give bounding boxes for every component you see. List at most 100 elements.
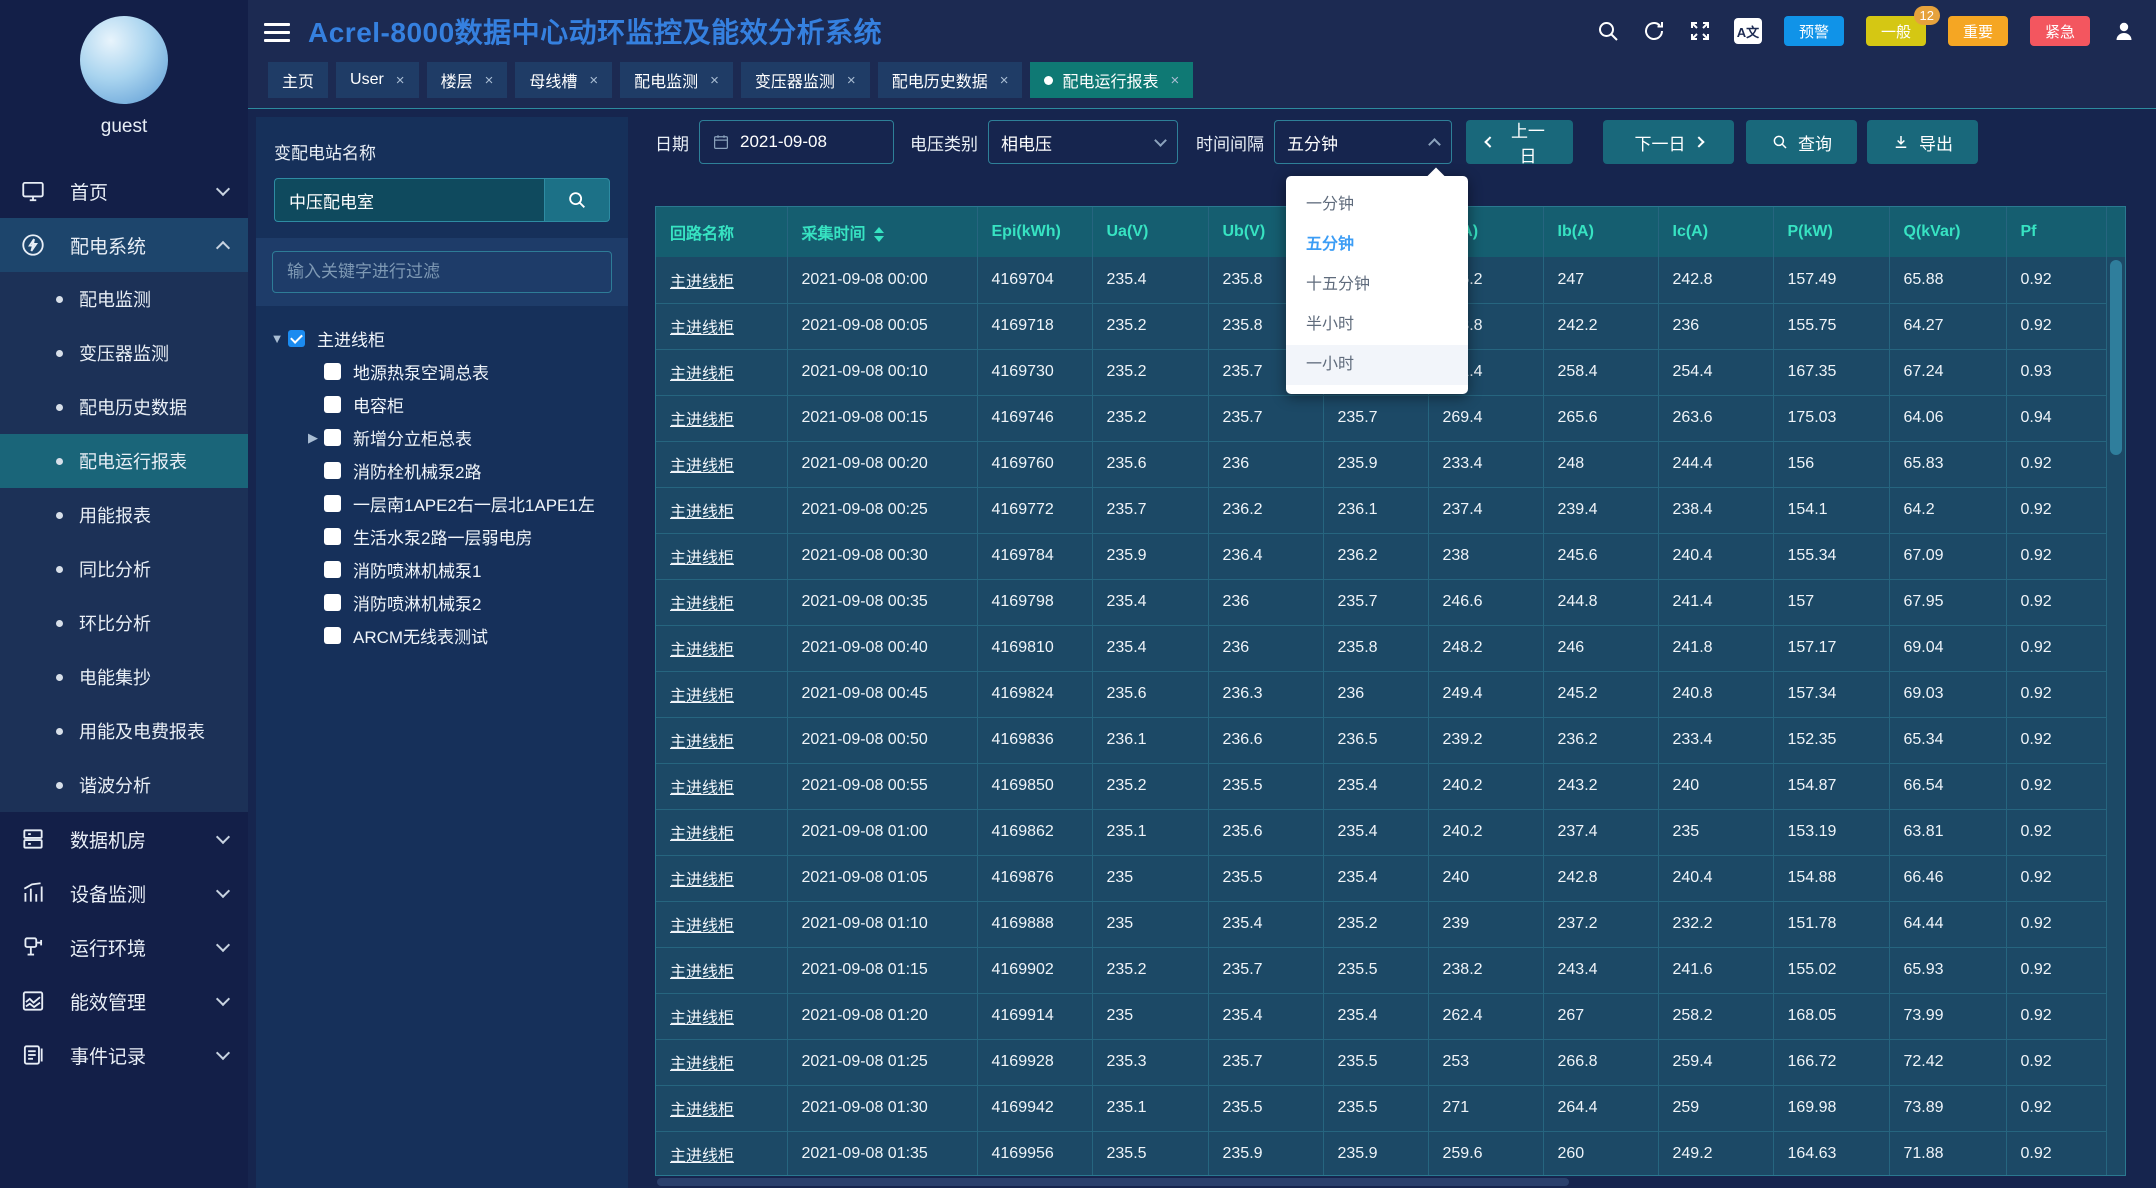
table-row[interactable]: 主进线柜 2021-09-08 01:30 4169942 235.1 235.… (656, 1085, 2107, 1131)
horizontal-scrollbar[interactable] (655, 1176, 2126, 1188)
tree-node-root[interactable]: ▼ 主进线柜 (266, 322, 618, 355)
tree-filter-input[interactable] (272, 251, 612, 293)
submenu-item[interactable]: 同比分析 (0, 542, 248, 596)
tab[interactable]: 配电运行报表 × (1030, 62, 1193, 98)
tree-node[interactable]: 一层南1APE2右一层北1APE1左 (266, 487, 618, 520)
close-icon[interactable]: × (485, 72, 494, 89)
tree-node[interactable]: 消防喷淋机械泵2 (266, 586, 618, 619)
prev-day-button[interactable]: 上一日 (1466, 120, 1573, 164)
table-row[interactable]: 主进线柜 2021-09-08 01:20 4169914 235 235.4 … (656, 993, 2107, 1039)
table-row[interactable]: 主进线柜 2021-09-08 01:15 4169902 235.2 235.… (656, 947, 2107, 993)
refresh-icon[interactable] (1642, 19, 1666, 43)
circuit-link[interactable]: 主进线柜 (670, 1056, 734, 1073)
circuit-link[interactable]: 主进线柜 (670, 1010, 734, 1027)
dropdown-option[interactable]: 一小时 (1286, 345, 1468, 385)
tab[interactable]: User × (336, 62, 419, 98)
sidebar-item-environment[interactable]: 运行环境 (0, 920, 248, 974)
tree-node[interactable]: 消防栓机械泵2路 (266, 454, 618, 487)
station-search-input[interactable] (274, 178, 544, 222)
column-header[interactable]: Pf (2006, 207, 2107, 257)
vertical-scrollbar[interactable] (2106, 257, 2125, 1175)
sort-icon[interactable] (874, 227, 884, 242)
circuit-link[interactable]: 主进线柜 (670, 504, 734, 521)
alarm-general-button[interactable]: 一般 12 (1866, 16, 1926, 46)
circuit-link[interactable]: 主进线柜 (670, 642, 734, 659)
circuit-link[interactable]: 主进线柜 (670, 274, 734, 291)
column-header[interactable]: 回路名称 (656, 207, 787, 257)
submenu-item[interactable]: 谐波分析 (0, 758, 248, 812)
tree-node[interactable]: 地源热泵空调总表 (266, 355, 618, 388)
close-icon[interactable]: × (589, 72, 598, 89)
checkbox[interactable] (324, 594, 341, 611)
alarm-urgent-button[interactable]: 紧急 (2030, 16, 2090, 46)
tree-node[interactable]: ARCM无线表测试 (266, 619, 618, 652)
user-icon[interactable] (2112, 19, 2136, 43)
tab[interactable]: 变压器监测 × (741, 62, 870, 98)
table-row[interactable]: 主进线柜 2021-09-08 00:55 4169850 235.2 235.… (656, 763, 2107, 809)
dropdown-option[interactable]: 一分钟 (1286, 185, 1468, 225)
submenu-item[interactable]: 变压器监测 (0, 326, 248, 380)
checkbox[interactable] (324, 495, 341, 512)
column-header[interactable]: Q(kVar) (1889, 207, 2006, 257)
tab[interactable]: 母线槽 × (515, 62, 612, 98)
column-header[interactable]: P(kW) (1773, 207, 1889, 257)
table-row[interactable]: 主进线柜 2021-09-08 01:00 4169862 235.1 235.… (656, 809, 2107, 855)
column-header[interactable]: Ib(A) (1543, 207, 1658, 257)
checkbox[interactable] (324, 462, 341, 479)
column-header[interactable]: Epi(kWh) (977, 207, 1092, 257)
tab[interactable]: 楼层 × (427, 62, 508, 98)
scrollbar-thumb[interactable] (657, 1178, 1569, 1186)
column-header[interactable]: Ic(A) (1658, 207, 1773, 257)
column-header[interactable]: 采集时间 (787, 207, 977, 257)
sidebar-item-data-room[interactable]: 数据机房 (0, 812, 248, 866)
query-button[interactable]: 查询 (1746, 120, 1857, 164)
sidebar-item-device-monitor[interactable]: 设备监测 (0, 866, 248, 920)
submenu-item[interactable]: 配电监测 (0, 272, 248, 326)
checkbox[interactable] (324, 363, 341, 380)
sidebar-item-energy-efficiency[interactable]: 能效管理 (0, 974, 248, 1028)
table-row[interactable]: 主进线柜 2021-09-08 00:15 4169746 235.2 235.… (656, 395, 2107, 441)
close-icon[interactable]: × (847, 72, 856, 89)
table-row[interactable]: 主进线柜 2021-09-08 00:40 4169810 235.4 236 … (656, 625, 2107, 671)
expand-icon[interactable]: ▶ (302, 430, 324, 446)
tab[interactable]: 配电历史数据 × (878, 62, 1023, 98)
circuit-link[interactable]: 主进线柜 (670, 1148, 734, 1165)
alarm-important-button[interactable]: 重要 (1948, 16, 2008, 46)
interval-select[interactable]: 五分钟 (1274, 120, 1452, 164)
circuit-link[interactable]: 主进线柜 (670, 412, 734, 429)
next-day-button[interactable]: 下一日 (1603, 120, 1734, 164)
tree-node[interactable]: 生活水泵2路一层弱电房 (266, 520, 618, 553)
submenu-item[interactable]: 电能集抄 (0, 650, 248, 704)
circuit-link[interactable]: 主进线柜 (670, 918, 734, 935)
circuit-link[interactable]: 主进线柜 (670, 826, 734, 843)
export-button[interactable]: 导出 (1867, 120, 1978, 164)
checkbox[interactable] (324, 429, 341, 446)
circuit-link[interactable]: 主进线柜 (670, 872, 734, 889)
table-row[interactable]: 主进线柜 2021-09-08 00:35 4169798 235.4 236 … (656, 579, 2107, 625)
tab[interactable]: 主页 (268, 62, 328, 98)
dropdown-option[interactable]: 五分钟 (1286, 225, 1468, 265)
table-row[interactable]: 主进线柜 2021-09-08 00:25 4169772 235.7 236.… (656, 487, 2107, 533)
circuit-link[interactable]: 主进线柜 (670, 366, 734, 383)
sidebar-item-power-system[interactable]: 配电系统 (0, 218, 248, 272)
tab[interactable]: 配电监测 × (620, 62, 733, 98)
tree-node[interactable]: ▶ 新增分立柜总表 (266, 421, 618, 454)
circuit-link[interactable]: 主进线柜 (670, 596, 734, 613)
tree-node[interactable]: 消防喷淋机械泵1 (266, 553, 618, 586)
date-picker[interactable]: 2021-09-08 (699, 120, 894, 164)
table-row[interactable]: 主进线柜 2021-09-08 00:30 4169784 235.9 236.… (656, 533, 2107, 579)
checkbox-checked[interactable] (288, 330, 305, 347)
close-icon[interactable]: × (710, 72, 719, 89)
search-icon[interactable] (1596, 19, 1620, 43)
circuit-link[interactable]: 主进线柜 (670, 964, 734, 981)
dropdown-option[interactable]: 十五分钟 (1286, 265, 1468, 305)
table-row[interactable]: 主进线柜 2021-09-08 01:10 4169888 235 235.4 … (656, 901, 2107, 947)
column-header[interactable]: Ua(V) (1092, 207, 1208, 257)
table-row[interactable]: 主进线柜 2021-09-08 01:25 4169928 235.3 235.… (656, 1039, 2107, 1085)
checkbox[interactable] (324, 561, 341, 578)
close-icon[interactable]: × (396, 72, 405, 89)
circuit-link[interactable]: 主进线柜 (670, 734, 734, 751)
translate-icon[interactable]: A文 (1734, 18, 1762, 44)
voltage-type-select[interactable]: 相电压 (988, 120, 1178, 164)
table-row[interactable]: 主进线柜 2021-09-08 01:35 4169956 235.5 235.… (656, 1131, 2107, 1176)
